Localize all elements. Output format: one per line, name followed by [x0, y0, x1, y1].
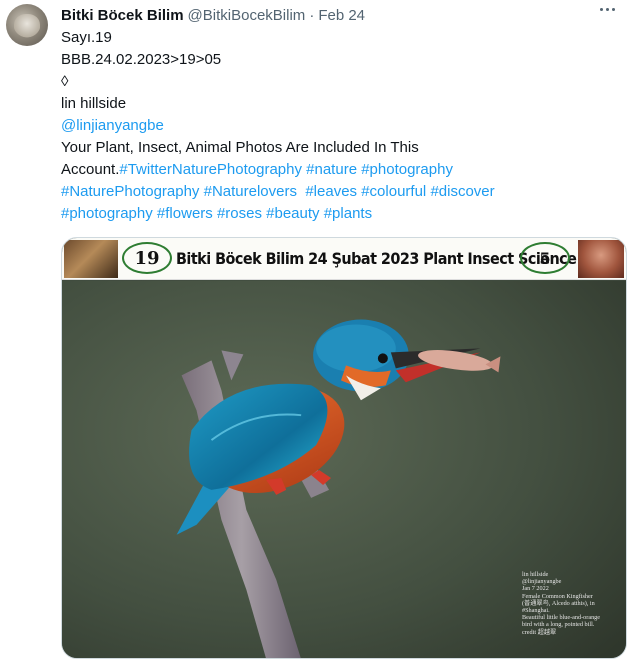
- text-fragment: Account.: [61, 161, 120, 178]
- author-handle[interactable]: @BitkiBocekBilim: [188, 7, 306, 24]
- caption-line: Female Common Kingfisher: [522, 592, 593, 600]
- caption-line: Beautiful little blue-and-orange: [522, 614, 601, 622]
- banner-statue-image: [64, 240, 118, 278]
- tweet-header: Bitki Böcek Bilim @BitkiBocekBilim · Feb…: [61, 5, 621, 25]
- tweet-text: Sayı.19 BBB.24.02.2023>19>05 ◊ lin hills…: [61, 27, 621, 225]
- hashtag-link[interactable]: #photography: [361, 161, 453, 178]
- hashtag-link[interactable]: #nature: [306, 161, 357, 178]
- text-line: BBB.24.02.2023>19>05: [61, 51, 222, 68]
- banner-title: Bitki Böcek Bilim 24 Şubat 2023 Plant In…: [176, 249, 577, 268]
- caption-line: @linjianyangbe: [522, 578, 562, 586]
- hashtag-link[interactable]: #plants: [324, 205, 372, 222]
- banner-issue-badge: 19: [122, 242, 172, 274]
- hashtag-link[interactable]: #beauty: [266, 205, 319, 222]
- mention-link[interactable]: @linjianyangbe: [61, 117, 164, 134]
- caption-line: (普通翠鸟, Alcedo atthis), in: [522, 599, 595, 607]
- hashtag-link[interactable]: #leaves: [301, 183, 357, 200]
- text-line: lin hillside: [61, 95, 127, 112]
- tweet-date[interactable]: Feb 24: [318, 7, 365, 24]
- caption-line: credit 超越翠: [522, 628, 557, 636]
- caption-line: Jan 7 2022: [522, 585, 549, 593]
- caption-line: lin hillside: [522, 571, 549, 578]
- text-line: Sayı.19: [61, 29, 112, 46]
- banner-number-badge: 5: [520, 242, 570, 274]
- author-name[interactable]: Bitki Böcek Bilim: [61, 7, 184, 24]
- separator-dot: ·: [309, 6, 315, 24]
- tweet-media-image[interactable]: 19 Bitki Böcek Bilim 24 Şubat 2023 Plant…: [61, 237, 627, 659]
- caption-line: bird with a long, pointed bill.: [522, 621, 595, 629]
- hashtag-link[interactable]: #NaturePhotography: [61, 183, 199, 200]
- image-banner: 19 Bitki Böcek Bilim 24 Şubat 2023 Plant…: [62, 238, 626, 280]
- avatar[interactable]: [6, 4, 48, 46]
- hashtag-link[interactable]: #colourful: [361, 183, 426, 200]
- hashtag-link[interactable]: #flowers: [157, 205, 213, 222]
- hashtag-link[interactable]: #discover: [430, 183, 494, 200]
- banner-portrait-image: [578, 240, 624, 278]
- hashtag-link[interactable]: #photography: [61, 205, 153, 222]
- text-line: ◊: [61, 73, 69, 90]
- caption-line: #Shanghai.: [522, 607, 550, 615]
- more-horizontal-icon[interactable]: [595, 0, 619, 18]
- photo-caption: lin hillside @linjianyangbe Jan 7 2022 F…: [522, 571, 622, 636]
- text-line: Your Plant, Insect, Animal Photos Are In…: [61, 139, 419, 156]
- hashtag-link[interactable]: #TwitterNaturePhotography: [119, 161, 302, 178]
- hashtag-link[interactable]: #Naturelovers: [204, 183, 297, 200]
- hashtag-link[interactable]: #roses: [217, 205, 262, 222]
